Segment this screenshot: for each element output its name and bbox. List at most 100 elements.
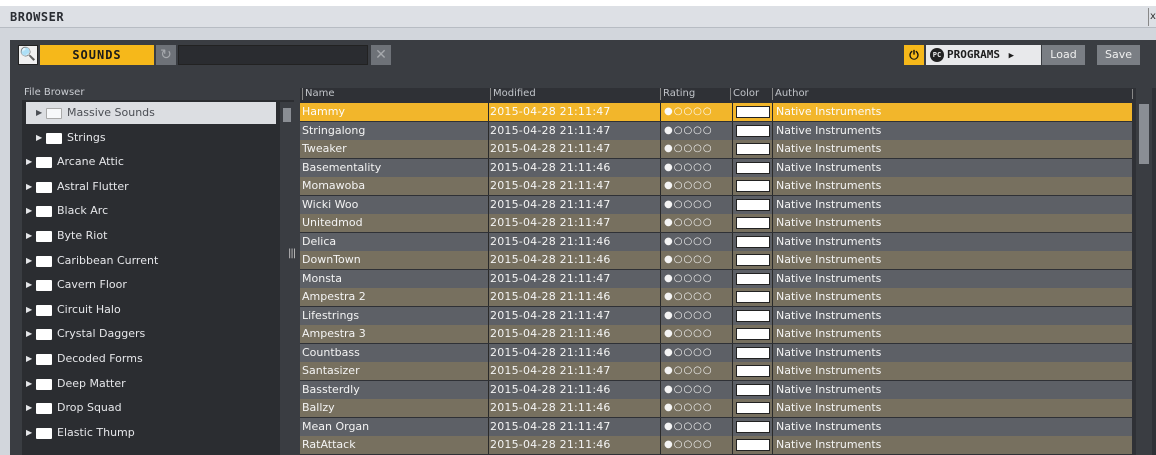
color-swatch[interactable] xyxy=(736,180,770,192)
rating-stars[interactable]: ●○○○○ xyxy=(664,399,730,417)
load-button[interactable]: Load xyxy=(1042,45,1085,65)
scrollbar-thumb[interactable] xyxy=(283,108,291,122)
expand-arrow-icon[interactable]: ▶ xyxy=(36,127,46,149)
folder-item[interactable]: ▶ Drop Squad xyxy=(26,397,276,419)
table-row[interactable]: Basementality 2015-04-28 21:11:46 ●○○○○ Nat… xyxy=(300,158,1132,177)
color-swatch[interactable] xyxy=(736,328,770,340)
rating-stars[interactable]: ●○○○○ xyxy=(664,233,730,251)
reset-icon[interactable]: ↻ xyxy=(156,45,176,65)
table-row[interactable]: Momawoba 2015-04-28 21:11:47 ●○○○○ Native I… xyxy=(300,177,1132,195)
table-row[interactable]: Ballzy 2015-04-28 21:11:46 ●○○○○ Native Ins… xyxy=(300,399,1132,417)
rating-stars[interactable]: ●○○○○ xyxy=(664,418,730,436)
column-header-color[interactable]: Color xyxy=(730,88,759,100)
rating-stars[interactable]: ●○○○○ xyxy=(664,122,730,140)
rating-stars[interactable]: ●○○○○ xyxy=(664,103,730,121)
color-swatch[interactable] xyxy=(736,420,770,433)
column-header-name[interactable]: Name xyxy=(302,88,335,100)
rating-stars[interactable]: ●○○○○ xyxy=(664,307,730,325)
rating-stars[interactable]: ●○○○○ xyxy=(664,159,730,177)
folder-item[interactable]: ▶ Arcane Attic xyxy=(26,151,276,173)
color-swatch[interactable] xyxy=(736,402,770,414)
save-button[interactable]: Save xyxy=(1097,45,1140,65)
rating-stars[interactable]: ●○○○○ xyxy=(664,381,730,399)
table-row[interactable]: Wicki Woo 2015-04-28 21:11:47 ●○○○○ Native … xyxy=(300,195,1132,214)
clear-search-icon[interactable]: ✕ xyxy=(371,45,391,65)
color-swatch[interactable] xyxy=(736,198,770,211)
folder-item[interactable]: ▶ Decoded Forms xyxy=(26,348,276,370)
panel-resize-handle[interactable]: ||| xyxy=(288,248,296,264)
table-row[interactable]: Bassterdly 2015-04-28 21:11:46 ●○○○○ Native… xyxy=(300,380,1132,399)
rating-stars[interactable]: ●○○○○ xyxy=(664,288,730,306)
expand-arrow-icon[interactable]: ▶ xyxy=(26,422,36,444)
table-scrollbar[interactable] xyxy=(1136,88,1152,455)
table-row[interactable]: RatAttack 2015-04-28 21:11:46 ●○○○○ Native … xyxy=(300,436,1132,454)
expand-arrow-icon[interactable]: ▶ xyxy=(36,102,46,124)
programs-button[interactable]: PC PROGRAMS ▶ xyxy=(926,45,1041,65)
folder-item[interactable]: ▶ Caribbean Current xyxy=(26,250,276,272)
color-swatch[interactable] xyxy=(736,346,770,359)
column-header-author[interactable]: Author xyxy=(772,88,809,100)
color-swatch[interactable] xyxy=(736,383,770,396)
table-row[interactable]: Santasizer 2015-04-28 21:11:47 ●○○○○ Native… xyxy=(300,362,1132,380)
expand-arrow-icon[interactable]: ▶ xyxy=(26,274,36,296)
file-browser-scrollbar[interactable] xyxy=(280,102,294,455)
expand-arrow-icon[interactable]: ▶ xyxy=(26,373,36,395)
expand-arrow-icon[interactable]: ▶ xyxy=(26,176,36,198)
folder-item[interactable]: ▶ Black Arc xyxy=(26,200,276,222)
rating-stars[interactable]: ●○○○○ xyxy=(664,344,730,362)
close-button[interactable]: x xyxy=(1148,8,1156,26)
column-header-modified[interactable]: Modified xyxy=(490,88,536,100)
color-swatch[interactable] xyxy=(736,309,770,322)
folder-item[interactable]: ▶ Circuit Halo xyxy=(26,299,276,321)
sounds-button[interactable]: SOUNDS xyxy=(40,45,154,65)
color-swatch[interactable] xyxy=(736,143,770,155)
search-icon[interactable]: 🔍 xyxy=(18,45,38,65)
rating-stars[interactable]: ●○○○○ xyxy=(664,436,730,454)
table-row[interactable]: Lifestrings 2015-04-28 21:11:47 ●○○○○ Nativ… xyxy=(300,306,1132,325)
expand-arrow-icon[interactable]: ▶ xyxy=(26,250,36,272)
expand-arrow-icon[interactable]: ▶ xyxy=(26,200,36,222)
expand-arrow-icon[interactable]: ▶ xyxy=(26,323,36,345)
folder-item[interactable]: ▶ Strings xyxy=(26,127,276,149)
color-swatch[interactable] xyxy=(736,254,770,266)
color-swatch[interactable] xyxy=(736,291,770,303)
folder-item[interactable]: ▶ Astral Flutter xyxy=(26,176,276,198)
table-row[interactable]: Countbass 2015-04-28 21:11:46 ●○○○○ Native … xyxy=(300,343,1132,362)
folder-item[interactable]: ▶ Elastic Thump xyxy=(26,422,276,444)
color-swatch[interactable] xyxy=(736,124,770,137)
color-swatch[interactable] xyxy=(736,235,770,248)
expand-arrow-icon[interactable]: ▶ xyxy=(26,299,36,321)
column-header-rating[interactable]: Rating xyxy=(660,88,695,100)
rating-stars[interactable]: ●○○○○ xyxy=(664,270,730,288)
table-row[interactable]: Hammy 2015-04-28 21:11:47 ●○○○○ Native Inst… xyxy=(300,103,1132,121)
search-input[interactable] xyxy=(179,49,367,67)
rating-stars[interactable]: ●○○○○ xyxy=(664,362,730,380)
scrollbar-thumb[interactable] xyxy=(1139,104,1149,164)
table-row[interactable]: DownTown 2015-04-28 21:11:46 ●○○○○ Native I… xyxy=(300,251,1132,269)
rating-stars[interactable]: ●○○○○ xyxy=(664,177,730,195)
table-row[interactable]: Stringalong 2015-04-28 21:11:47 ●○○○○ Nativ… xyxy=(300,121,1132,140)
rating-stars[interactable]: ●○○○○ xyxy=(664,251,730,269)
expand-arrow-icon[interactable]: ▶ xyxy=(26,397,36,419)
color-swatch[interactable] xyxy=(736,439,770,451)
color-swatch[interactable] xyxy=(736,365,770,377)
folder-item[interactable]: ▶ Massive Sounds xyxy=(26,102,276,124)
table-row[interactable]: Tweaker 2015-04-28 21:11:47 ●○○○○ Native In… xyxy=(300,140,1132,158)
rating-stars[interactable]: ●○○○○ xyxy=(664,325,730,343)
expand-arrow-icon[interactable]: ▶ xyxy=(26,225,36,247)
folder-item[interactable]: ▶ Deep Matter xyxy=(26,373,276,395)
rating-stars[interactable]: ●○○○○ xyxy=(664,214,730,232)
expand-arrow-icon[interactable]: ▶ xyxy=(26,348,36,370)
color-swatch[interactable] xyxy=(736,217,770,229)
color-swatch[interactable] xyxy=(736,272,770,285)
table-row[interactable]: Ampestra 2 2015-04-28 21:11:46 ●○○○○ Native… xyxy=(300,288,1132,306)
folder-item[interactable]: ▶ Byte Riot xyxy=(26,225,276,247)
folder-item[interactable]: ▶ Crystal Daggers xyxy=(26,323,276,345)
table-row[interactable]: Monsta 2015-04-28 21:11:47 ●○○○○ Native Ins… xyxy=(300,269,1132,288)
power-icon[interactable]: ⏻ xyxy=(904,45,924,65)
table-row[interactable]: Unitedmod 2015-04-28 21:11:47 ●○○○○ Native … xyxy=(300,214,1132,232)
color-swatch[interactable] xyxy=(736,161,770,174)
table-row[interactable]: Delica 2015-04-28 21:11:46 ●○○○○ Native Ins… xyxy=(300,232,1132,251)
table-row[interactable]: Ampestra 3 2015-04-28 21:11:46 ●○○○○ Native… xyxy=(300,325,1132,343)
rating-stars[interactable]: ●○○○○ xyxy=(664,140,730,158)
